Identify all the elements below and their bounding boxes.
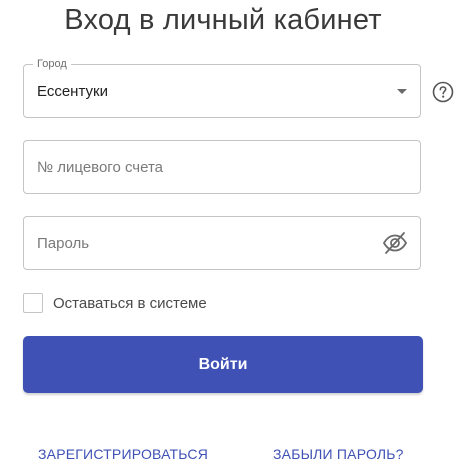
password-placeholder: Пароль [37, 235, 90, 252]
forgot-password-link[interactable]: ЗАБЫЛИ ПАРОЛЬ? [273, 446, 404, 462]
account-number-input[interactable]: № лицевого счета [23, 140, 421, 194]
remember-me[interactable]: Оставаться в системе [23, 292, 207, 314]
login-button[interactable]: Войти [23, 336, 423, 393]
city-value: Ессентуки [37, 83, 108, 100]
account-number-placeholder: № лицевого счета [37, 159, 163, 176]
help-circle-icon[interactable] [432, 81, 454, 103]
eye-off-icon[interactable] [382, 231, 408, 255]
city-select[interactable]: Город Ессентуки [23, 57, 421, 118]
login-page: Вход в личный кабинет Город Ессентуки № … [0, 0, 465, 474]
remember-me-checkbox[interactable] [23, 293, 43, 313]
remember-me-label[interactable]: Оставаться в системе [53, 295, 207, 312]
city-label: Город [33, 57, 71, 71]
chevron-down-icon[interactable] [397, 89, 407, 94]
register-link[interactable]: ЗАРЕГИСТРИРОВАТЬСЯ [38, 446, 208, 462]
page-title: Вход в личный кабинет [64, 4, 382, 36]
password-input[interactable]: Пароль [23, 216, 421, 270]
